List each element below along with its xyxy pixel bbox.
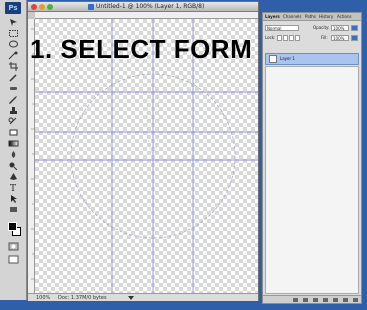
new-group-icon[interactable] (333, 298, 338, 302)
marquee-tool-icon[interactable] (8, 29, 19, 38)
tab-paths[interactable]: Paths (305, 14, 316, 20)
layers-list-empty-area (265, 66, 359, 294)
layer-mask-icon[interactable] (313, 298, 318, 302)
crop-tool-icon[interactable] (8, 62, 19, 71)
fill-label: Fill: (321, 35, 328, 40)
path-selection-tool-icon[interactable] (8, 194, 19, 203)
brush-tool-icon[interactable] (8, 95, 19, 104)
layer-row-selected[interactable]: Layer 1 (265, 53, 359, 65)
move-tool-icon[interactable] (8, 18, 19, 27)
blend-mode-select[interactable]: Normal (265, 25, 299, 31)
new-layer-icon[interactable] (343, 298, 348, 302)
lock-label: Lock: (265, 35, 276, 40)
clone-stamp-tool-icon[interactable] (8, 106, 19, 115)
opacity-field[interactable]: 100% (331, 25, 349, 31)
healing-brush-tool-icon[interactable] (8, 84, 19, 93)
dodge-tool-icon[interactable] (8, 161, 19, 170)
layers-panel: Layers Channels Paths History Actions No… (262, 12, 362, 304)
opacity-label: Opacity: (313, 25, 330, 30)
magic-wand-tool-icon[interactable] (8, 51, 19, 60)
fill-dropdown-icon[interactable] (351, 35, 358, 41)
pen-tool-icon[interactable] (8, 172, 19, 181)
history-brush-tool-icon[interactable] (8, 117, 19, 126)
document-title: Untitled-1 @ 100% (Layer 1, RGB/8) (96, 3, 205, 10)
tab-actions[interactable]: Actions (337, 14, 352, 20)
lock-transparent-icon[interactable] (277, 35, 282, 41)
status-menu-arrow-icon[interactable] (128, 296, 134, 300)
fill-field[interactable]: 100% (331, 35, 349, 41)
foreground-color-swatch[interactable] (8, 222, 17, 231)
lock-pixels-icon[interactable] (283, 35, 288, 41)
layer-thumbnail (269, 55, 277, 63)
lock-row: Lock: Fill: 100% (265, 35, 359, 42)
svg-text:T: T (10, 184, 16, 192)
quick-mask-icon[interactable] (8, 242, 19, 251)
shape-tool-icon[interactable] (8, 205, 19, 214)
blur-tool-icon[interactable] (8, 150, 19, 159)
tab-history[interactable]: History (319, 14, 333, 20)
zoom-window-button[interactable] (47, 4, 53, 10)
tab-channels[interactable]: Channels (283, 14, 302, 20)
layer-name: Layer 1 (280, 56, 295, 61)
layer-style-icon[interactable] (303, 298, 308, 302)
panel-tabs: Layers Channels Paths History Actions (263, 13, 361, 21)
photoshop-logo: Ps (5, 2, 21, 14)
step-headline: 1. SELECT FORM (30, 34, 253, 64)
zoom-level-field[interactable]: 100% (36, 295, 50, 301)
document-statusbar: 100% Doc: 1.37M/0 bytes (28, 293, 258, 301)
gradient-tool-icon[interactable] (8, 139, 19, 148)
document-titlebar[interactable]: Untitled-1 @ 100% (Layer 1, RGB/8) (28, 2, 258, 12)
adjustment-layer-icon[interactable] (323, 298, 328, 302)
opacity-dropdown-icon[interactable] (351, 25, 358, 31)
layers-panel-footer (263, 295, 361, 303)
eraser-tool-icon[interactable] (8, 128, 19, 137)
document-icon (88, 4, 94, 10)
screen-mode-icon[interactable] (8, 255, 19, 264)
lock-position-icon[interactable] (289, 35, 294, 41)
tab-layers[interactable]: Layers (265, 14, 280, 20)
eyedropper-tool-icon[interactable] (8, 73, 19, 82)
link-layers-icon[interactable] (293, 298, 298, 302)
document-info: Doc: 1.37M/0 bytes (58, 295, 107, 301)
blend-row: Normal Opacity: 100% (265, 25, 359, 32)
close-window-button[interactable] (31, 4, 37, 10)
lasso-tool-icon[interactable] (8, 40, 19, 49)
tools-panel: Ps T (0, 0, 27, 300)
lock-all-icon[interactable] (295, 35, 300, 41)
delete-layer-icon[interactable] (353, 298, 358, 302)
minimize-window-button[interactable] (39, 4, 45, 10)
type-tool-icon[interactable]: T (8, 183, 19, 192)
horizontal-ruler[interactable] (35, 12, 258, 25)
